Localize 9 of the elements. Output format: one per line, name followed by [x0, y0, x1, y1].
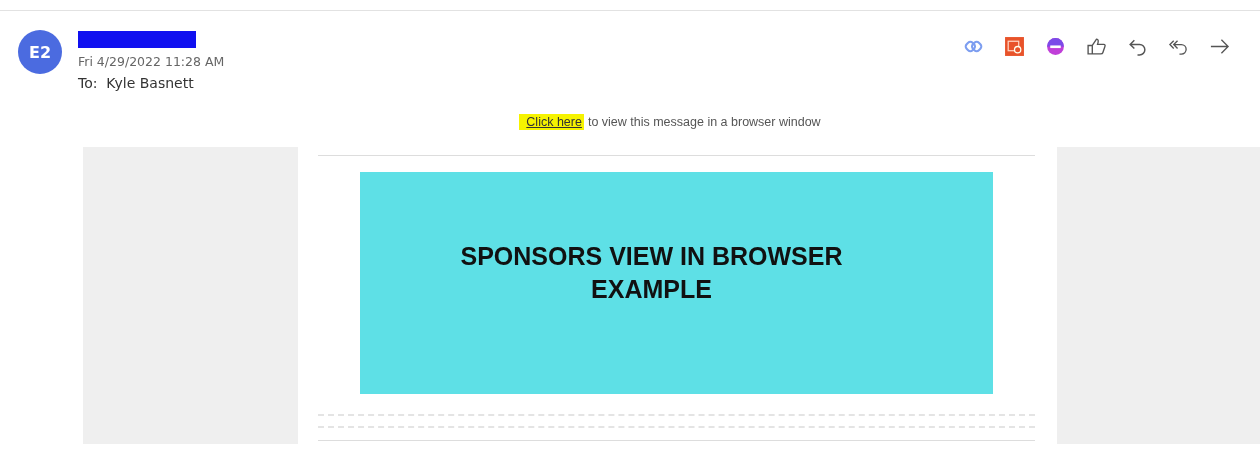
avatar: E2	[18, 30, 62, 74]
thumbs-up-icon[interactable]	[1086, 36, 1107, 57]
browser-view-link[interactable]: Click here	[519, 114, 584, 130]
message-date: Fri 4/29/2022 11:28 AM	[78, 54, 225, 69]
circle-logo-icon[interactable]	[1045, 36, 1066, 57]
browser-view-note: to view this message in a browser window	[587, 115, 821, 129]
banner-title: SPONSORS VIEW IN BROWSER EXAMPLE	[459, 241, 844, 305]
calendar-icon[interactable]	[1004, 36, 1025, 57]
recipient: To: Kyle Basnett	[78, 75, 195, 91]
